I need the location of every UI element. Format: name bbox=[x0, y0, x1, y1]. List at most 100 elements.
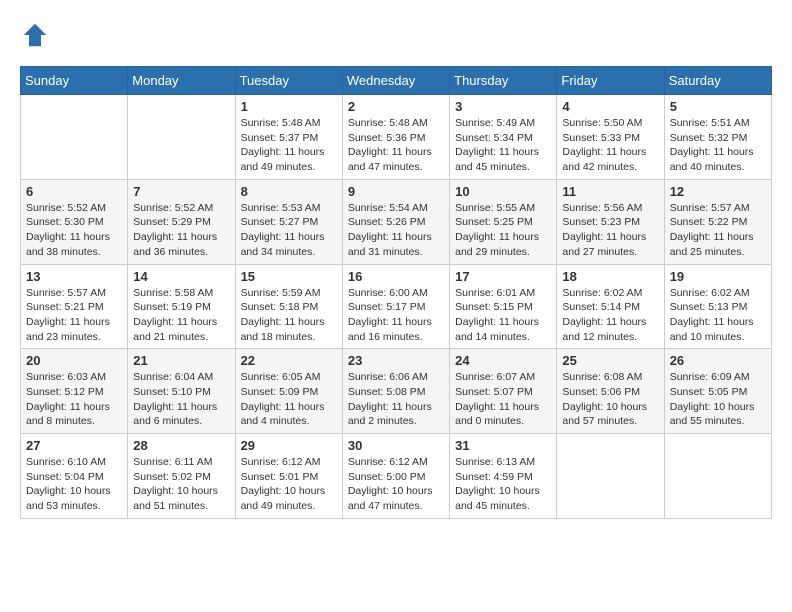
calendar-header-row: SundayMondayTuesdayWednesdayThursdayFrid… bbox=[21, 67, 772, 95]
calendar-cell: 19 Sunrise: 6:02 AM Sunset: 5:13 PM Dayli… bbox=[664, 264, 771, 349]
calendar-cell bbox=[128, 95, 235, 180]
day-info: Sunrise: 5:52 AM Sunset: 5:29 PM Dayligh… bbox=[133, 201, 229, 260]
calendar-cell: 30 Sunrise: 6:12 AM Sunset: 5:00 PM Dayli… bbox=[342, 434, 449, 519]
day-info: Sunrise: 6:03 AM Sunset: 5:12 PM Dayligh… bbox=[26, 370, 122, 429]
calendar-cell: 28 Sunrise: 6:11 AM Sunset: 5:02 PM Dayli… bbox=[128, 434, 235, 519]
calendar-cell bbox=[664, 434, 771, 519]
day-info: Sunrise: 5:48 AM Sunset: 5:37 PM Dayligh… bbox=[241, 116, 337, 175]
calendar-cell: 16 Sunrise: 6:00 AM Sunset: 5:17 PM Dayli… bbox=[342, 264, 449, 349]
day-info: Sunrise: 5:51 AM Sunset: 5:32 PM Dayligh… bbox=[670, 116, 766, 175]
day-number: 27 bbox=[26, 438, 122, 453]
day-info: Sunrise: 6:12 AM Sunset: 5:01 PM Dayligh… bbox=[241, 455, 337, 514]
calendar-cell: 6Sunrise: 5:52 AM Sunset: 5:30 PM Daylig… bbox=[21, 179, 128, 264]
day-number: 20 bbox=[26, 353, 122, 368]
calendar-cell: 27 Sunrise: 6:10 AM Sunset: 5:04 PM Dayli… bbox=[21, 434, 128, 519]
day-info: Sunrise: 6:08 AM Sunset: 5:06 PM Dayligh… bbox=[562, 370, 658, 429]
calendar-week-row: 13 Sunrise: 5:57 AM Sunset: 5:21 PM Dayli… bbox=[21, 264, 772, 349]
day-info: Sunrise: 6:01 AM Sunset: 5:15 PM Dayligh… bbox=[455, 286, 551, 345]
day-info: Sunrise: 6:02 AM Sunset: 5:14 PM Dayligh… bbox=[562, 286, 658, 345]
logo-icon bbox=[20, 20, 50, 50]
day-number: 16 bbox=[348, 269, 444, 284]
day-info: Sunrise: 5:59 AM Sunset: 5:18 PM Dayligh… bbox=[241, 286, 337, 345]
day-number: 7 bbox=[133, 184, 229, 199]
day-number: 30 bbox=[348, 438, 444, 453]
day-number: 10 bbox=[455, 184, 551, 199]
day-info: Sunrise: 6:07 AM Sunset: 5:07 PM Dayligh… bbox=[455, 370, 551, 429]
calendar-cell bbox=[21, 95, 128, 180]
calendar-week-row: 20 Sunrise: 6:03 AM Sunset: 5:12 PM Dayli… bbox=[21, 349, 772, 434]
day-info: Sunrise: 5:54 AM Sunset: 5:26 PM Dayligh… bbox=[348, 201, 444, 260]
day-number: 29 bbox=[241, 438, 337, 453]
calendar-table: SundayMondayTuesdayWednesdayThursdayFrid… bbox=[20, 66, 772, 519]
day-number: 19 bbox=[670, 269, 766, 284]
day-info: Sunrise: 6:00 AM Sunset: 5:17 PM Dayligh… bbox=[348, 286, 444, 345]
calendar-header-thursday: Thursday bbox=[450, 67, 557, 95]
day-info: Sunrise: 5:57 AM Sunset: 5:22 PM Dayligh… bbox=[670, 201, 766, 260]
day-number: 11 bbox=[562, 184, 658, 199]
calendar-cell: 1 Sunrise: 5:48 AM Sunset: 5:37 PM Daylig… bbox=[235, 95, 342, 180]
day-info: Sunrise: 6:12 AM Sunset: 5:00 PM Dayligh… bbox=[348, 455, 444, 514]
calendar-header-sunday: Sunday bbox=[21, 67, 128, 95]
day-number: 25 bbox=[562, 353, 658, 368]
calendar-cell: 12 Sunrise: 5:57 AM Sunset: 5:22 PM Dayli… bbox=[664, 179, 771, 264]
day-number: 3 bbox=[455, 99, 551, 114]
calendar-week-row: 27 Sunrise: 6:10 AM Sunset: 5:04 PM Dayli… bbox=[21, 434, 772, 519]
day-number: 14 bbox=[133, 269, 229, 284]
calendar-cell: 25 Sunrise: 6:08 AM Sunset: 5:06 PM Dayli… bbox=[557, 349, 664, 434]
calendar-cell: 5 Sunrise: 5:51 AM Sunset: 5:32 PM Daylig… bbox=[664, 95, 771, 180]
calendar-cell: 10 Sunrise: 5:55 AM Sunset: 5:25 PM Dayli… bbox=[450, 179, 557, 264]
day-info: Sunrise: 6:04 AM Sunset: 5:10 PM Dayligh… bbox=[133, 370, 229, 429]
calendar-cell: 21 Sunrise: 6:04 AM Sunset: 5:10 PM Dayli… bbox=[128, 349, 235, 434]
calendar-header-monday: Monday bbox=[128, 67, 235, 95]
logo bbox=[20, 20, 54, 50]
day-info: Sunrise: 6:09 AM Sunset: 5:05 PM Dayligh… bbox=[670, 370, 766, 429]
calendar-week-row: 1 Sunrise: 5:48 AM Sunset: 5:37 PM Daylig… bbox=[21, 95, 772, 180]
day-number: 1 bbox=[241, 99, 337, 114]
day-info: Sunrise: 6:11 AM Sunset: 5:02 PM Dayligh… bbox=[133, 455, 229, 514]
day-info: Sunrise: 6:13 AM Sunset: 4:59 PM Dayligh… bbox=[455, 455, 551, 514]
day-info: Sunrise: 5:53 AM Sunset: 5:27 PM Dayligh… bbox=[241, 201, 337, 260]
day-number: 4 bbox=[562, 99, 658, 114]
day-info: Sunrise: 5:57 AM Sunset: 5:21 PM Dayligh… bbox=[26, 286, 122, 345]
day-number: 23 bbox=[348, 353, 444, 368]
calendar-cell: 15 Sunrise: 5:59 AM Sunset: 5:18 PM Dayli… bbox=[235, 264, 342, 349]
calendar-cell bbox=[557, 434, 664, 519]
calendar-header-tuesday: Tuesday bbox=[235, 67, 342, 95]
calendar-cell: 24 Sunrise: 6:07 AM Sunset: 5:07 PM Dayli… bbox=[450, 349, 557, 434]
day-info: Sunrise: 5:48 AM Sunset: 5:36 PM Dayligh… bbox=[348, 116, 444, 175]
day-number: 5 bbox=[670, 99, 766, 114]
calendar-cell: 13 Sunrise: 5:57 AM Sunset: 5:21 PM Dayli… bbox=[21, 264, 128, 349]
day-number: 13 bbox=[26, 269, 122, 284]
day-number: 18 bbox=[562, 269, 658, 284]
day-number: 24 bbox=[455, 353, 551, 368]
day-info: Sunrise: 5:56 AM Sunset: 5:23 PM Dayligh… bbox=[562, 201, 658, 260]
day-number: 9 bbox=[348, 184, 444, 199]
day-info: Sunrise: 5:49 AM Sunset: 5:34 PM Dayligh… bbox=[455, 116, 551, 175]
calendar-cell: 4 Sunrise: 5:50 AM Sunset: 5:33 PM Daylig… bbox=[557, 95, 664, 180]
day-info: Sunrise: 6:05 AM Sunset: 5:09 PM Dayligh… bbox=[241, 370, 337, 429]
day-number: 21 bbox=[133, 353, 229, 368]
day-number: 12 bbox=[670, 184, 766, 199]
calendar-cell: 9 Sunrise: 5:54 AM Sunset: 5:26 PM Daylig… bbox=[342, 179, 449, 264]
calendar-cell: 3 Sunrise: 5:49 AM Sunset: 5:34 PM Daylig… bbox=[450, 95, 557, 180]
day-number: 15 bbox=[241, 269, 337, 284]
day-info: Sunrise: 6:06 AM Sunset: 5:08 PM Dayligh… bbox=[348, 370, 444, 429]
calendar-cell: 2Sunrise: 5:48 AM Sunset: 5:36 PM Daylig… bbox=[342, 95, 449, 180]
day-info: Sunrise: 5:55 AM Sunset: 5:25 PM Dayligh… bbox=[455, 201, 551, 260]
calendar-cell: 11 Sunrise: 5:56 AM Sunset: 5:23 PM Dayli… bbox=[557, 179, 664, 264]
day-info: Sunrise: 5:58 AM Sunset: 5:19 PM Dayligh… bbox=[133, 286, 229, 345]
calendar-cell: 8Sunrise: 5:53 AM Sunset: 5:27 PM Daylig… bbox=[235, 179, 342, 264]
day-info: Sunrise: 5:52 AM Sunset: 5:30 PM Dayligh… bbox=[26, 201, 122, 260]
day-number: 22 bbox=[241, 353, 337, 368]
day-info: Sunrise: 6:02 AM Sunset: 5:13 PM Dayligh… bbox=[670, 286, 766, 345]
calendar-cell: 7 Sunrise: 5:52 AM Sunset: 5:29 PM Daylig… bbox=[128, 179, 235, 264]
calendar-cell: 23 Sunrise: 6:06 AM Sunset: 5:08 PM Dayli… bbox=[342, 349, 449, 434]
day-info: Sunrise: 5:50 AM Sunset: 5:33 PM Dayligh… bbox=[562, 116, 658, 175]
calendar-header-wednesday: Wednesday bbox=[342, 67, 449, 95]
day-info: Sunrise: 6:10 AM Sunset: 5:04 PM Dayligh… bbox=[26, 455, 122, 514]
calendar-cell: 14 Sunrise: 5:58 AM Sunset: 5:19 PM Dayli… bbox=[128, 264, 235, 349]
day-number: 28 bbox=[133, 438, 229, 453]
calendar-header-saturday: Saturday bbox=[664, 67, 771, 95]
day-number: 31 bbox=[455, 438, 551, 453]
calendar-cell: 18 Sunrise: 6:02 AM Sunset: 5:14 PM Dayli… bbox=[557, 264, 664, 349]
